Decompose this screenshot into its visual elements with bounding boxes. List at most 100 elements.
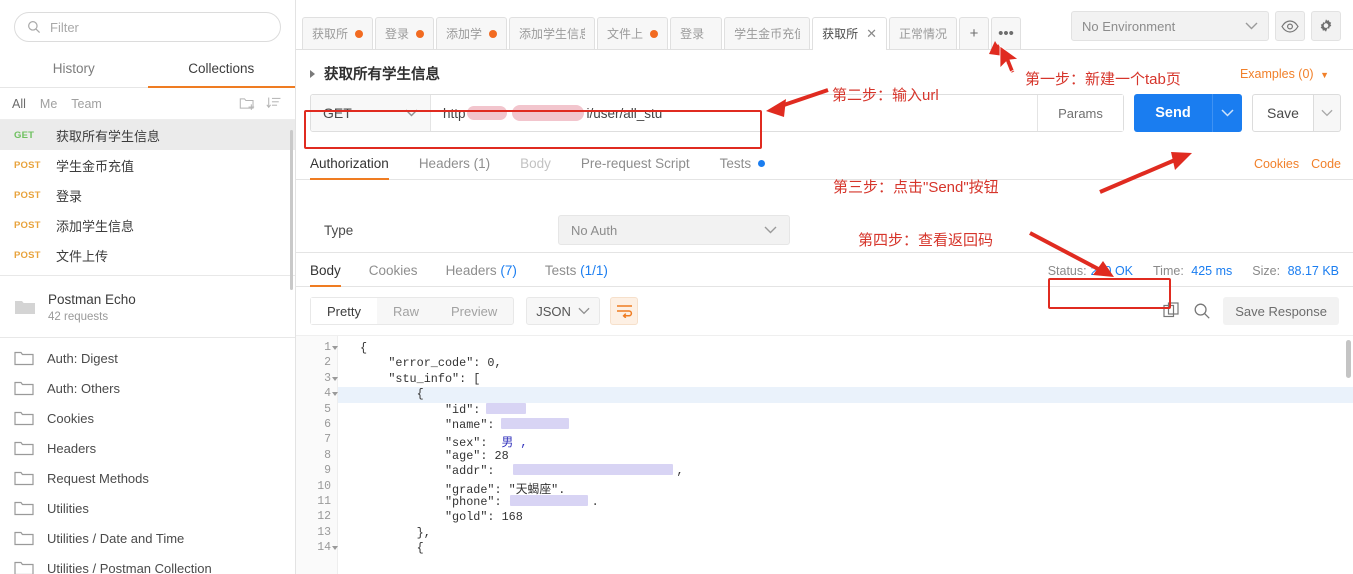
request-name: 获取所有学生信息 <box>56 128 161 144</box>
status-badge: Status: 200 OK <box>1048 264 1133 278</box>
code-line: { <box>360 541 424 556</box>
settings-button[interactable] <box>1311 11 1341 41</box>
collection-subtitle: 42 requests <box>48 311 109 324</box>
cookies-link[interactable]: Cookies <box>1254 157 1299 171</box>
url-input[interactable]: http i/user/all_stu <box>431 95 1037 131</box>
new-folder-icon[interactable] <box>239 95 256 112</box>
save-options-button[interactable] <box>1314 94 1341 132</box>
request-item-gold-recharge[interactable]: POST 学生金币充值 <box>0 150 295 180</box>
response-tab-body[interactable]: Body <box>310 263 341 287</box>
divider <box>0 337 295 339</box>
tab-label: 登录 <box>680 27 705 41</box>
response-tab-cookies[interactable]: Cookies <box>369 263 418 286</box>
sort-icon[interactable] <box>266 95 283 112</box>
line-number: 6 <box>324 417 331 431</box>
filter-all[interactable]: All <box>12 97 26 111</box>
sidebar-tab-history[interactable]: History <box>0 52 148 87</box>
redacted-value <box>509 494 588 506</box>
search-icon <box>28 21 41 34</box>
save-response-button[interactable]: Save Response <box>1223 297 1339 325</box>
sidebar-tab-collections[interactable]: Collections <box>147 52 296 88</box>
request-item-login[interactable]: POST 登录 <box>0 180 295 210</box>
save-group: Save <box>1252 94 1341 132</box>
close-icon[interactable]: ✕ <box>866 26 877 42</box>
sidebar-scrollbar[interactable] <box>290 130 293 290</box>
filter-me[interactable]: Me <box>40 97 57 111</box>
request-item-get-all-students[interactable]: GET 获取所有学生信息 <box>0 120 295 150</box>
tab-pre-request-script[interactable]: Pre-request Script <box>581 156 690 179</box>
view-raw[interactable]: Raw <box>377 298 435 324</box>
method-badge: POST <box>14 189 41 201</box>
auth-type-label: Type <box>324 222 354 238</box>
new-tab-button[interactable]: + <box>959 17 989 49</box>
tab-7-active[interactable]: 获取所 ✕ <box>812 17 887 50</box>
line-number: 14 <box>296 541 338 556</box>
search-icon[interactable] <box>1193 302 1211 320</box>
collection-text: Postman Echo 42 requests <box>48 291 136 323</box>
response-tab-headers[interactable]: Headers (7) <box>446 263 517 286</box>
tab-3[interactable]: 添加学生信息 <box>509 17 596 49</box>
size-key: Size: <box>1252 264 1281 278</box>
code-link[interactable]: Code <box>1311 157 1341 171</box>
sidebar-scope-filters: All Me Team <box>0 88 295 120</box>
folder-icon <box>14 472 34 486</box>
auth-type-select[interactable]: No Auth <box>558 215 790 245</box>
folder-label: Auth: Digest <box>47 350 118 366</box>
request-item-add-student[interactable]: POST 添加学生信息 <box>0 210 295 240</box>
format-select[interactable]: JSON <box>526 297 601 325</box>
examples-dropdown[interactable]: Examples (0) ▼ <box>1240 67 1339 81</box>
tab-1[interactable]: 登录 <box>375 17 435 49</box>
folder-item-utilities[interactable]: Utilities <box>0 493 295 523</box>
tab-headers[interactable]: Headers (1) <box>419 156 490 179</box>
code-scrollbar[interactable] <box>1346 340 1351 378</box>
unsaved-dot-icon <box>489 29 498 38</box>
folder-item-headers[interactable]: Headers <box>0 433 295 463</box>
tab-tests[interactable]: Tests <box>720 156 766 179</box>
word-wrap-button[interactable] <box>610 297 639 325</box>
postman-window: Filter History Collections All Me Team G… <box>0 0 1353 574</box>
tab-label: 添加学 <box>446 27 483 41</box>
send-options-button[interactable] <box>1212 94 1242 132</box>
url-suffix: i/user/all_stu <box>586 105 663 121</box>
tab-authorization[interactable]: Authorization <box>310 156 389 180</box>
folder-item-utilities-date-and-time[interactable]: Utilities / Date and Time <box>0 523 295 553</box>
request-item-file-upload[interactable]: POST 文件上传 <box>0 240 295 270</box>
tab-0[interactable]: 获取所 <box>302 17 374 49</box>
expand-caret-icon[interactable] <box>310 69 315 78</box>
params-button[interactable]: Params <box>1037 95 1123 131</box>
send-button[interactable]: Send <box>1134 94 1212 132</box>
environment-quick-look-button[interactable] <box>1275 11 1305 41</box>
method-select[interactable]: GET <box>311 95 431 131</box>
environment-select[interactable]: No Environment <box>1071 11 1269 41</box>
code-line: "sex": 男 , <box>360 436 528 451</box>
filter-team[interactable]: Team <box>71 97 102 111</box>
copy-icon[interactable] <box>1163 302 1181 320</box>
code-content[interactable]: { "error_code": 0, "stu_info": [ { "id":… <box>338 336 1353 574</box>
redacted-value <box>500 417 569 429</box>
folder-item-request-methods[interactable]: Request Methods <box>0 463 295 493</box>
redacted-value <box>486 402 527 414</box>
line-number: 3 <box>296 372 338 387</box>
tab-4[interactable]: 文件上 <box>597 17 669 49</box>
search-input[interactable]: Filter <box>14 12 281 42</box>
method-badge: POST <box>14 219 41 231</box>
response-tab-tests[interactable]: Tests (1/1) <box>545 263 608 286</box>
tab-6[interactable]: 学生金币充值 <box>724 17 811 49</box>
line-number: 8 <box>324 448 331 462</box>
tab-2[interactable]: 添加学 <box>436 17 508 49</box>
view-preview[interactable]: Preview <box>435 298 513 324</box>
tab-8[interactable]: 正常情况 <box>888 17 957 49</box>
tab-more-button[interactable]: ••• <box>991 17 1021 49</box>
folder-item-auth-digest[interactable]: Auth: Digest <box>0 343 295 373</box>
tab-5[interactable]: 登录 <box>670 17 723 49</box>
tab-body[interactable]: Body <box>520 156 551 179</box>
url-bar: GET http i/user/all_stu Params Send Save <box>296 94 1353 132</box>
folder-item-cookies[interactable]: Cookies <box>0 403 295 433</box>
folder-item-auth-others[interactable]: Auth: Others <box>0 373 295 403</box>
view-pretty[interactable]: Pretty <box>311 298 377 324</box>
collection-item-postman-echo[interactable]: Postman Echo 42 requests <box>0 281 295 332</box>
save-button[interactable]: Save <box>1252 94 1314 132</box>
folder-item-utilities-postman-collection[interactable]: Utilities / Postman Collection <box>0 553 295 574</box>
sidebar-tabs: History Collections <box>0 52 295 88</box>
code-line: "name": <box>338 417 1353 433</box>
